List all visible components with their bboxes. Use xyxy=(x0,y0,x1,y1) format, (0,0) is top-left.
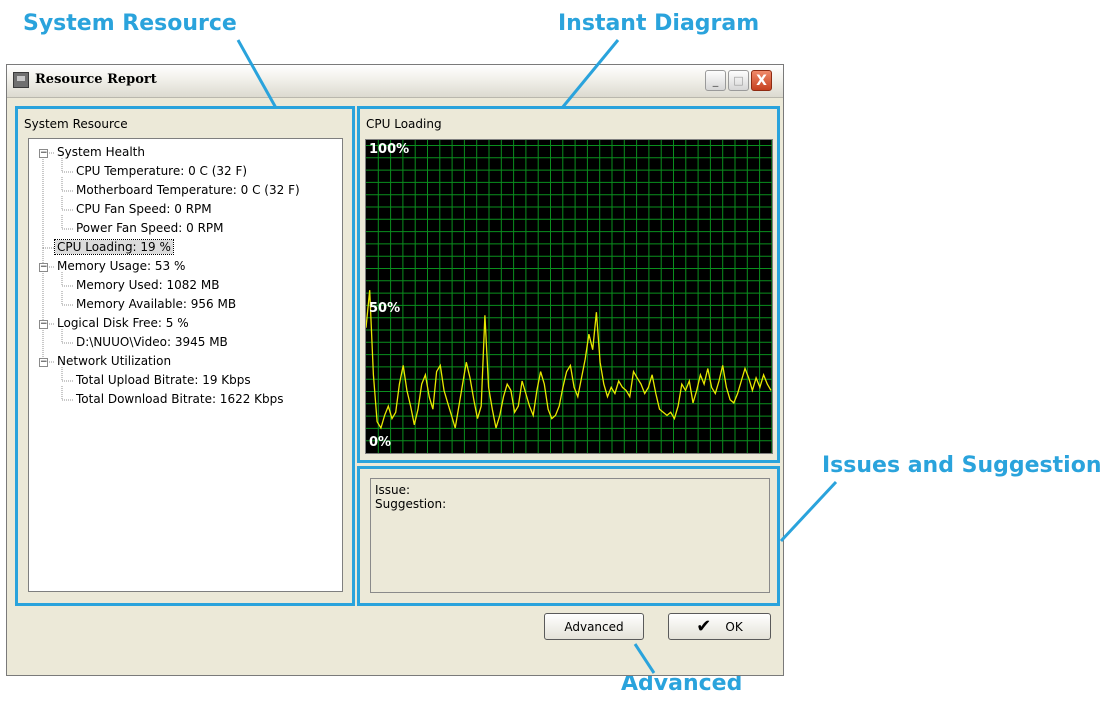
tree-item-label: CPU Loading: 19 % xyxy=(54,239,174,255)
maximize-button[interactable]: □ xyxy=(728,70,749,91)
collapse-icon[interactable]: − xyxy=(39,358,48,367)
minimize-icon: _ xyxy=(712,74,719,87)
close-button[interactable]: X xyxy=(751,70,772,91)
tree-item-label: Memory Usage: 53 % xyxy=(57,259,186,273)
tree-item-label: Memory Available: 956 MB xyxy=(76,297,237,311)
tree-item-label: Logical Disk Free: 5 % xyxy=(57,316,189,330)
tree-item-label: Motherboard Temperature: 0 C (32 F) xyxy=(76,183,300,197)
y-label-100: 100% xyxy=(369,142,410,157)
tree-item[interactable]: CPU Temperature: 0 C (32 F) xyxy=(76,164,247,179)
tree-item[interactable]: Total Upload Bitrate: 19 Kbps xyxy=(76,373,251,388)
tree-item[interactable]: Total Download Bitrate: 1622 Kbps xyxy=(76,392,284,407)
issue-label: Issue: xyxy=(375,483,411,497)
tree-item[interactable]: Logical Disk Free: 5 % xyxy=(57,316,189,331)
callout-line-issues xyxy=(779,480,838,543)
callout-instant-diagram: Instant Diagram xyxy=(558,11,760,36)
collapse-icon[interactable]: − xyxy=(39,320,48,329)
system-resource-panel: System Resource System Health − CPU Temper… xyxy=(15,106,355,606)
maximize-icon: □ xyxy=(733,74,744,87)
cpu-chart-svg xyxy=(366,140,772,453)
tree-item-label: Total Upload Bitrate: 19 Kbps xyxy=(76,373,251,387)
app-icon xyxy=(13,72,29,88)
system-resource-heading: System Resource xyxy=(24,117,128,131)
tree-item[interactable]: D:\NUUO\Video: 3945 MB xyxy=(76,335,228,350)
tree-item[interactable]: CPU Loading: 19 % xyxy=(54,239,174,255)
cpu-graph: 100% 50% 0% xyxy=(365,139,773,454)
collapse-icon[interactable]: − xyxy=(39,149,48,158)
close-icon: X xyxy=(756,72,767,89)
callout-system-resource: System Resource xyxy=(23,11,237,36)
resource-report-window: Resource Report _ □ X System Resource Sy… xyxy=(6,64,784,676)
title-bar[interactable]: Resource Report _ □ X xyxy=(7,65,783,98)
suggestion-label: Suggestion: xyxy=(375,497,447,511)
resource-tree[interactable]: System Health − CPU Temperature: 0 C (32 F… xyxy=(28,138,343,592)
tree-item[interactable]: Memory Available: 956 MB xyxy=(76,297,236,312)
cpu-loading-panel: CPU Loading 100% 50% 0% xyxy=(357,106,780,463)
tree-item[interactable]: Memory Used: 1082 MB xyxy=(76,278,219,293)
issue-box: Issue: Suggestion: xyxy=(370,478,770,593)
callout-issues-and-suggestion: Issues and Suggestion xyxy=(822,453,1102,478)
tree-item-label: CPU Fan Speed: 0 RPM xyxy=(76,202,212,216)
issues-suggestion-panel: Issue: Suggestion: xyxy=(357,466,780,606)
advanced-button[interactable]: Advanced xyxy=(544,613,644,640)
checkmark-icon: ✔ xyxy=(696,616,712,637)
ok-button[interactable]: ✔ OK xyxy=(668,613,771,640)
advanced-button-label: Advanced xyxy=(564,619,624,634)
minimize-button[interactable]: _ xyxy=(705,70,726,91)
tree-item[interactable]: Power Fan Speed: 0 RPM xyxy=(76,221,224,236)
tree-item-label: Total Download Bitrate: 1622 Kbps xyxy=(76,392,284,406)
tree-item-label: Memory Used: 1082 MB xyxy=(76,278,220,292)
tree-item[interactable]: CPU Fan Speed: 0 RPM xyxy=(76,202,212,217)
tree-item-label: Network Utilization xyxy=(57,354,172,368)
y-label-0: 0% xyxy=(369,435,392,450)
tree-item-label: Power Fan Speed: 0 RPM xyxy=(76,221,224,235)
ok-button-label: OK xyxy=(725,619,743,634)
tree-item-label: D:\NUUO\Video: 3945 MB xyxy=(76,335,228,349)
window-title: Resource Report xyxy=(35,72,157,87)
tree-item[interactable]: Network Utilization xyxy=(57,354,171,369)
tree-item[interactable]: Memory Usage: 53 % xyxy=(57,259,185,274)
tree-item-label: CPU Temperature: 0 C (32 F) xyxy=(76,164,248,178)
tree-item[interactable]: Motherboard Temperature: 0 C (32 F) xyxy=(76,183,300,198)
collapse-icon[interactable]: − xyxy=(39,263,48,272)
cpu-loading-heading: CPU Loading xyxy=(366,117,442,131)
tree-item[interactable]: System Health xyxy=(57,145,145,160)
tree-item-label: System Health xyxy=(57,145,145,159)
y-label-50: 50% xyxy=(369,301,401,316)
